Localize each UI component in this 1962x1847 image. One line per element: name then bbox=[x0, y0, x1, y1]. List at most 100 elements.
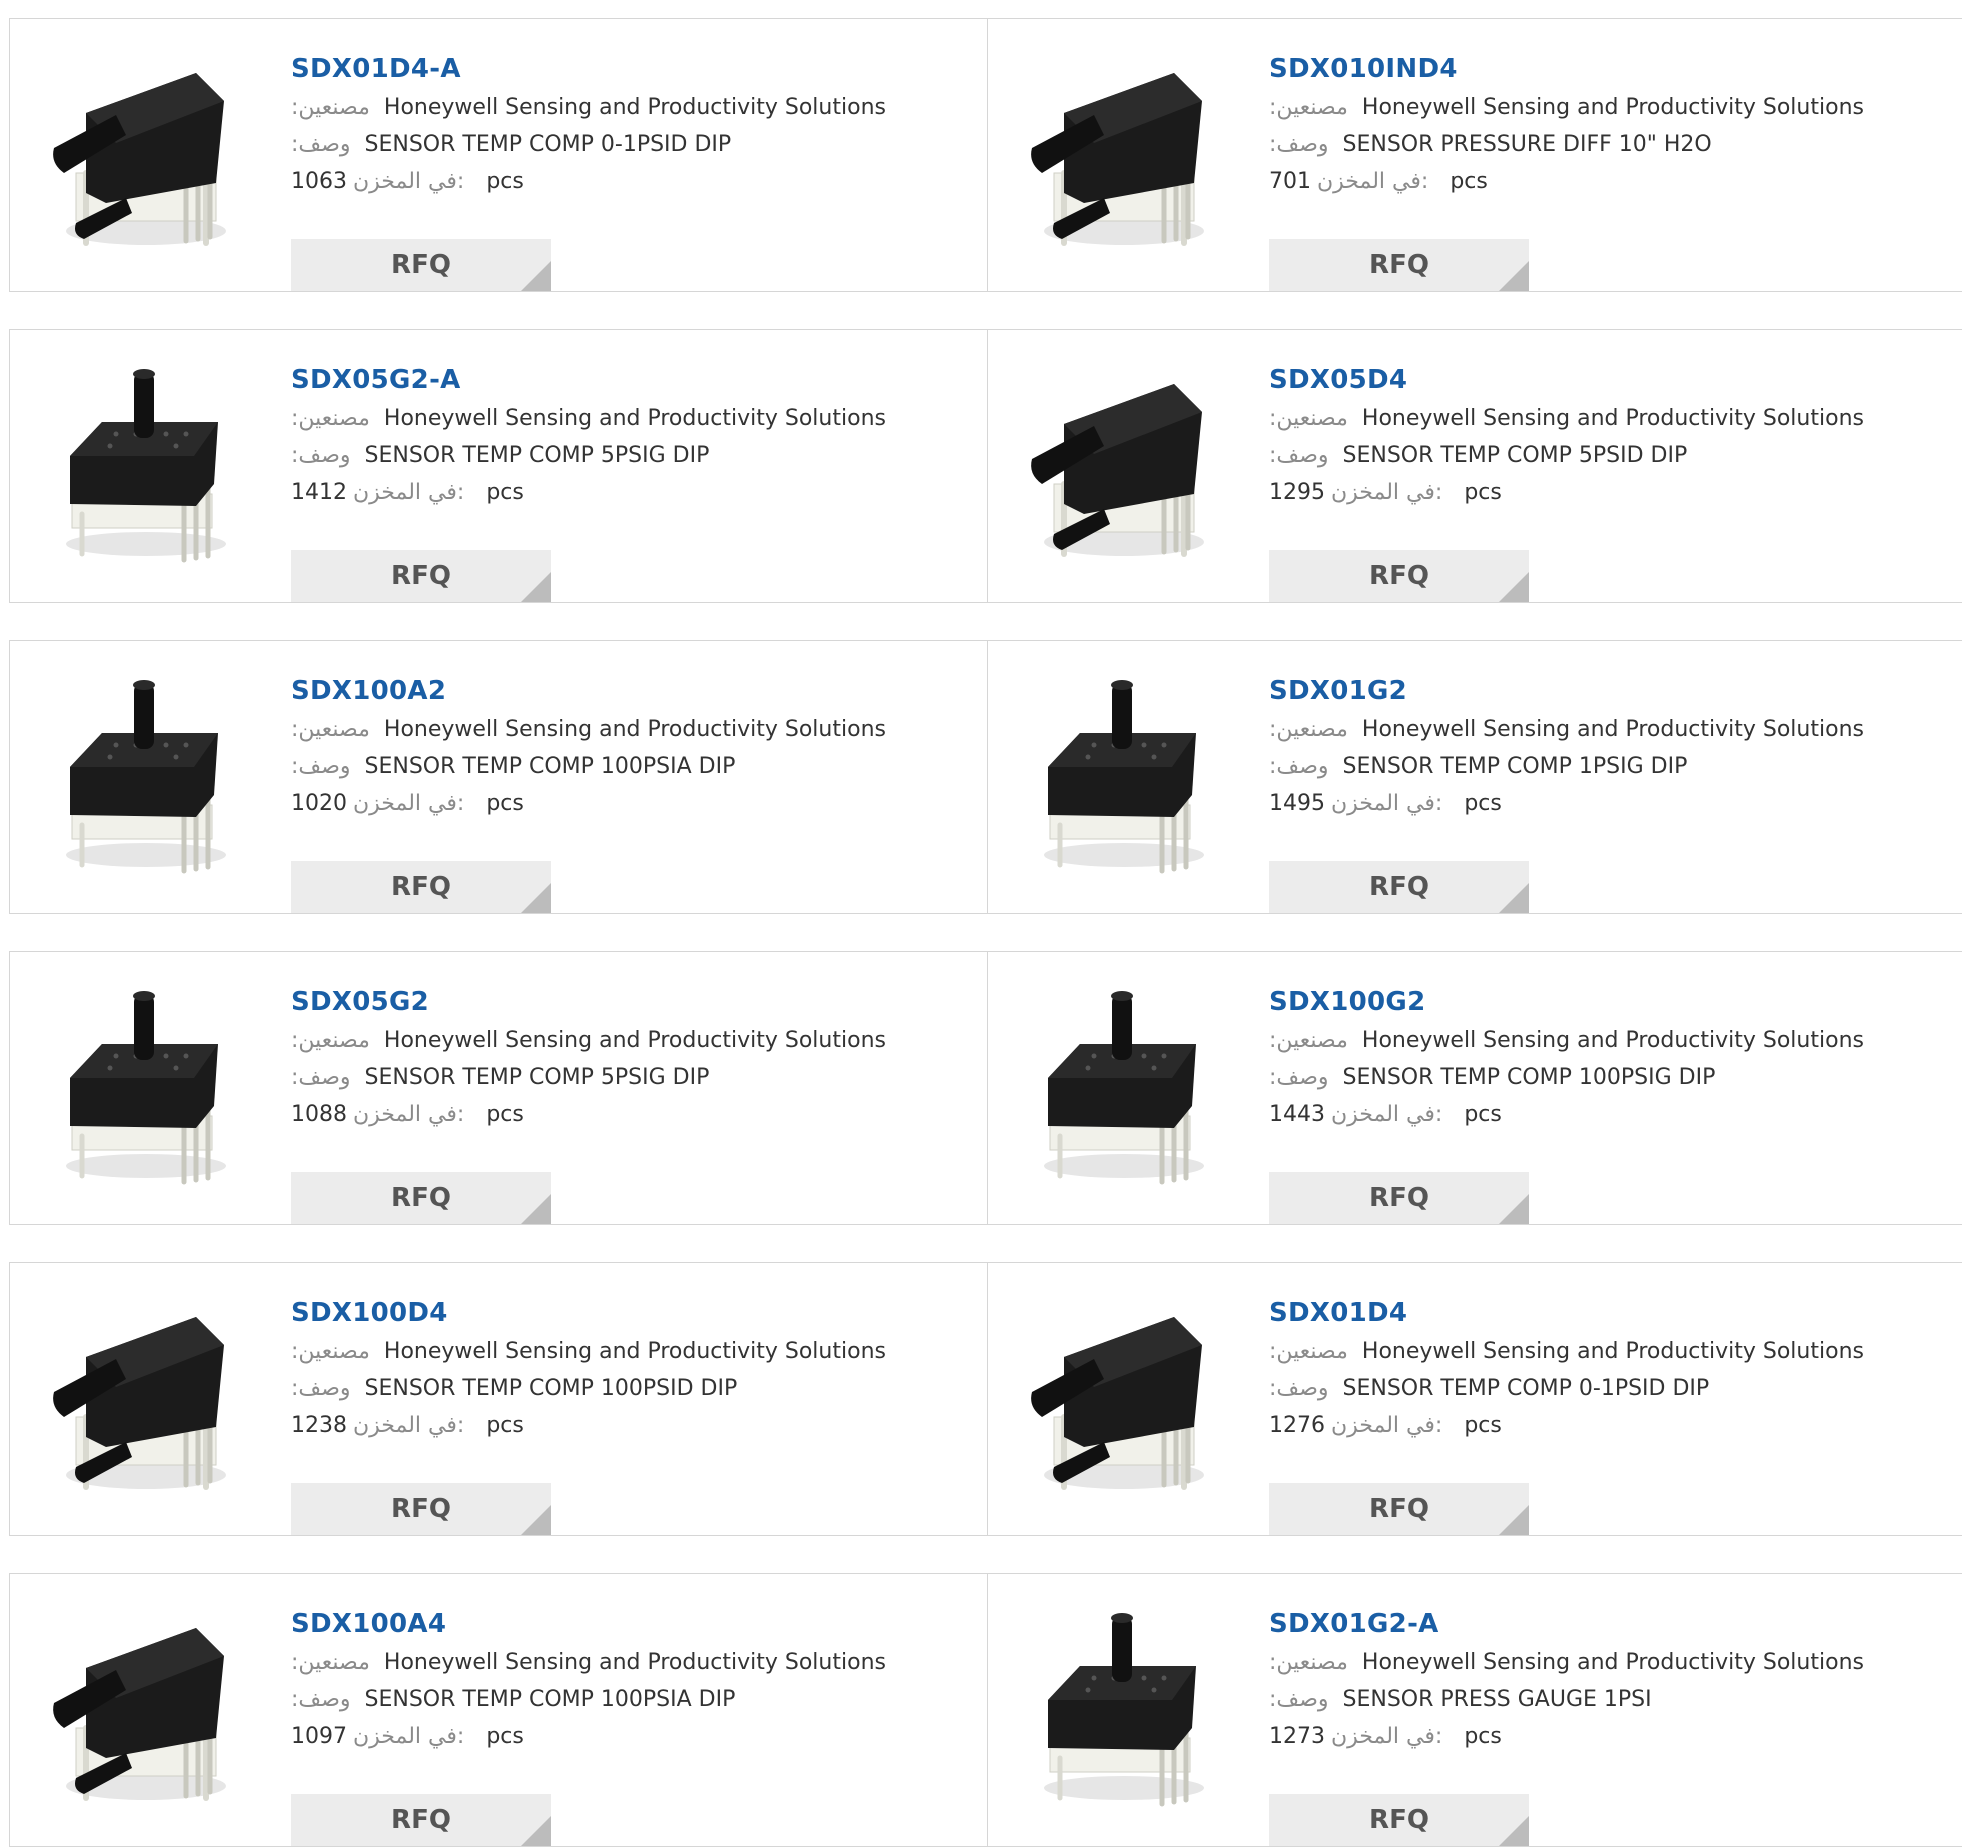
rfq-button[interactable]: RFQ bbox=[1269, 1794, 1529, 1846]
product-image[interactable] bbox=[1024, 53, 1212, 259]
rfq-label: RFQ bbox=[1369, 250, 1429, 280]
description-value: SENSOR TEMP COMP 5PSIG DIP bbox=[364, 1065, 710, 1090]
product-card: SDX100G2 :مصنعين Honeywell Sensing and Pr… bbox=[988, 952, 1962, 1224]
description-value: SENSOR PRESSURE DIFF 10" H2O bbox=[1342, 132, 1712, 157]
part-number-link[interactable]: SDX100A2 bbox=[291, 671, 951, 711]
product-image[interactable] bbox=[46, 986, 234, 1192]
product-row: SDX05G2 :مصنعين Honeywell Sensing and Pro… bbox=[9, 951, 1962, 1225]
description-line: :وصف SENSOR TEMP COMP 5PSIG DIP bbox=[291, 437, 951, 474]
stock-line: 1276 في المخزن: pcs bbox=[1269, 1407, 1929, 1444]
part-number-link[interactable]: SDX100D4 bbox=[291, 1293, 951, 1333]
description-label: :وصف bbox=[291, 1687, 351, 1712]
product-card: SDX100A4 :مصنعين Honeywell Sensing and Pr… bbox=[10, 1574, 988, 1846]
corner-triangle-icon bbox=[1499, 1816, 1529, 1846]
part-number-link[interactable]: SDX01D4-A bbox=[291, 49, 951, 89]
stock-value: 1273 bbox=[1269, 1724, 1325, 1749]
manufacturer-value: Honeywell Sensing and Productivity Solut… bbox=[1361, 1028, 1864, 1053]
product-card: SDX01D4-A :مصنعين Honeywell Sensing and P… bbox=[10, 19, 988, 291]
manufacturer-line: :مصنعين Honeywell Sensing and Productivit… bbox=[1269, 1644, 1929, 1681]
product-image[interactable] bbox=[1024, 986, 1212, 1192]
rfq-label: RFQ bbox=[1369, 872, 1429, 902]
description-line: :وصف SENSOR TEMP COMP 100PSIA DIP bbox=[291, 748, 951, 785]
part-number-link[interactable]: SDX01D4 bbox=[1269, 1293, 1929, 1333]
stock-value: 1097 bbox=[291, 1724, 347, 1749]
description-label: :وصف bbox=[1269, 443, 1329, 468]
manufacturer-line: :مصنعين Honeywell Sensing and Productivit… bbox=[1269, 89, 1929, 126]
rfq-label: RFQ bbox=[391, 872, 451, 902]
product-grid: SDX01D4-A :مصنعين Honeywell Sensing and P… bbox=[0, 0, 1962, 1847]
gauge-sensor-image bbox=[66, 680, 226, 874]
product-image[interactable] bbox=[46, 1297, 234, 1503]
description-label: :وصف bbox=[1269, 132, 1329, 157]
stock-value: 1295 bbox=[1269, 480, 1325, 505]
rfq-label: RFQ bbox=[1369, 561, 1429, 591]
product-info: SDX01D4-A :مصنعين Honeywell Sensing and P… bbox=[291, 49, 951, 291]
rfq-button[interactable]: RFQ bbox=[1269, 550, 1529, 602]
product-info: SDX01G2-A :مصنعين Honeywell Sensing and P… bbox=[1269, 1604, 1929, 1846]
stock-line: 1273 في المخزن: pcs bbox=[1269, 1718, 1929, 1755]
part-number-link[interactable]: SDX05G2-A bbox=[291, 360, 951, 400]
stock-line: 1495 في المخزن: pcs bbox=[1269, 785, 1929, 822]
stock-unit: pcs bbox=[486, 1102, 524, 1127]
product-image[interactable] bbox=[1024, 1608, 1212, 1814]
product-image[interactable] bbox=[46, 364, 234, 570]
rfq-button[interactable]: RFQ bbox=[291, 239, 551, 291]
rfq-button[interactable]: RFQ bbox=[1269, 1483, 1529, 1535]
description-value: SENSOR PRESS GAUGE 1PSI bbox=[1342, 1687, 1652, 1712]
part-number-link[interactable]: SDX100G2 bbox=[1269, 982, 1929, 1022]
manufacturer-line: :مصنعين Honeywell Sensing and Productivit… bbox=[1269, 1022, 1929, 1059]
rfq-label: RFQ bbox=[391, 250, 451, 280]
stock-label: في المخزن: bbox=[353, 1102, 465, 1127]
differential-sensor-image bbox=[53, 1628, 226, 1801]
part-number-link[interactable]: SDX01G2 bbox=[1269, 671, 1929, 711]
rfq-button[interactable]: RFQ bbox=[1269, 861, 1529, 913]
manufacturer-line: :مصنعين Honeywell Sensing and Productivit… bbox=[1269, 1333, 1929, 1370]
stock-value: 1063 bbox=[291, 169, 347, 194]
rfq-button[interactable]: RFQ bbox=[291, 1794, 551, 1846]
description-line: :وصف SENSOR TEMP COMP 100PSID DIP bbox=[291, 1370, 951, 1407]
corner-triangle-icon bbox=[1499, 261, 1529, 291]
manufacturer-label: :مصنعين bbox=[1269, 1028, 1348, 1053]
stock-value: 1088 bbox=[291, 1102, 347, 1127]
stock-value: 701 bbox=[1269, 169, 1311, 194]
product-image[interactable] bbox=[46, 53, 234, 259]
stock-unit: pcs bbox=[1450, 169, 1488, 194]
rfq-button[interactable]: RFQ bbox=[1269, 239, 1529, 291]
product-card: SDX01G2 :مصنعين Honeywell Sensing and Pro… bbox=[988, 641, 1962, 913]
stock-label: في المخزن: bbox=[353, 480, 465, 505]
part-number-link[interactable]: SDX100A4 bbox=[291, 1604, 951, 1644]
product-row: SDX05G2-A :مصنعين Honeywell Sensing and P… bbox=[9, 329, 1962, 603]
stock-value: 1276 bbox=[1269, 1413, 1325, 1438]
manufacturer-value: Honeywell Sensing and Productivity Solut… bbox=[1361, 1339, 1864, 1364]
product-image[interactable] bbox=[1024, 675, 1212, 881]
stock-line: 1412 في المخزن: pcs bbox=[291, 474, 951, 511]
stock-line: 1088 في المخزن: pcs bbox=[291, 1096, 951, 1133]
product-image[interactable] bbox=[1024, 364, 1212, 570]
product-card: SDX05D4 :مصنعين Honeywell Sensing and Pro… bbox=[988, 330, 1962, 602]
product-image[interactable] bbox=[46, 1608, 234, 1814]
stock-value: 1412 bbox=[291, 480, 347, 505]
part-number-link[interactable]: SDX05D4 bbox=[1269, 360, 1929, 400]
rfq-button[interactable]: RFQ bbox=[291, 1483, 551, 1535]
description-value: SENSOR TEMP COMP 0-1PSID DIP bbox=[364, 132, 732, 157]
manufacturer-value: Honeywell Sensing and Productivity Solut… bbox=[1361, 95, 1864, 120]
description-value: SENSOR TEMP COMP 1PSIG DIP bbox=[1342, 754, 1688, 779]
description-label: :وصف bbox=[291, 1376, 351, 1401]
part-number-link[interactable]: SDX010IND4 bbox=[1269, 49, 1929, 89]
rfq-button[interactable]: RFQ bbox=[291, 1172, 551, 1224]
corner-triangle-icon bbox=[521, 883, 551, 913]
stock-label: في المخزن: bbox=[1331, 1724, 1443, 1749]
part-number-link[interactable]: SDX05G2 bbox=[291, 982, 951, 1022]
product-image[interactable] bbox=[46, 675, 234, 881]
rfq-button[interactable]: RFQ bbox=[1269, 1172, 1529, 1224]
description-value: SENSOR TEMP COMP 100PSIA DIP bbox=[364, 1687, 736, 1712]
manufacturer-line: :مصنعين Honeywell Sensing and Productivit… bbox=[291, 400, 951, 437]
stock-label: في المخزن: bbox=[1331, 1413, 1443, 1438]
part-number-link[interactable]: SDX01G2-A bbox=[1269, 1604, 1929, 1644]
rfq-button[interactable]: RFQ bbox=[291, 550, 551, 602]
description-line: :وصف SENSOR PRESSURE DIFF 10" H2O bbox=[1269, 126, 1929, 163]
rfq-button[interactable]: RFQ bbox=[291, 861, 551, 913]
product-info: SDX100D4 :مصنعين Honeywell Sensing and Pr… bbox=[291, 1293, 951, 1535]
product-image[interactable] bbox=[1024, 1297, 1212, 1503]
stock-unit: pcs bbox=[1464, 791, 1502, 816]
